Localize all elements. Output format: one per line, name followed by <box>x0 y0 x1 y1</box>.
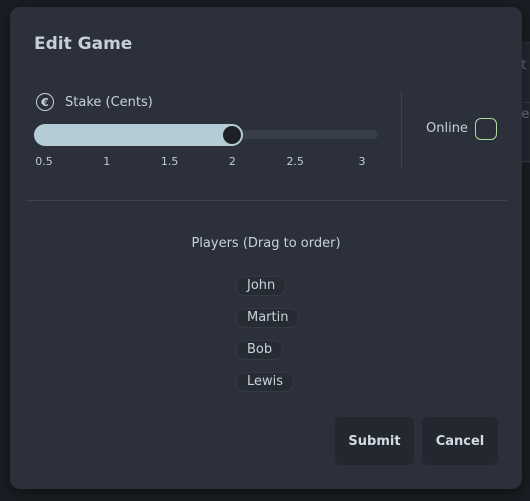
slider-thumb[interactable] <box>221 124 244 146</box>
stake-label: Stake (Cents) <box>65 94 153 110</box>
player-item[interactable]: Martin <box>236 308 300 328</box>
online-label: Online <box>426 121 468 136</box>
section-divider <box>26 200 507 201</box>
slider-tick-label: 3 <box>358 155 366 168</box>
dialog-title: Edit Game <box>34 34 133 54</box>
slider-tick-label: 1 <box>103 155 111 168</box>
slider-tick-label: 2.5 <box>286 155 304 168</box>
slider-tick-label: 0.5 <box>35 155 53 168</box>
vertical-divider <box>401 91 402 169</box>
cancel-button[interactable]: Cancel <box>422 417 498 465</box>
slider-tick-labels: 0.5 1 1.5 2 2.5 3 <box>34 155 378 169</box>
slider-fill <box>34 124 233 146</box>
player-item[interactable]: John <box>236 276 287 296</box>
euro-icon: € <box>36 93 54 111</box>
stake-slider[interactable] <box>34 123 380 147</box>
edit-game-dialog: Edit Game € Stake (Cents) 0.5 1 1.5 2 2.5 3 O… <box>10 7 522 489</box>
submit-button[interactable]: Submit <box>335 417 414 465</box>
player-item[interactable]: Lewis <box>236 372 295 392</box>
player-item[interactable]: Bob <box>236 340 284 360</box>
stake-header: € Stake (Cents) <box>36 93 153 111</box>
slider-tick-label: 2 <box>228 155 236 168</box>
online-checkbox[interactable] <box>475 118 497 140</box>
slider-tick-label: 1.5 <box>160 155 179 168</box>
players-title: Players (Drag to order) <box>191 236 341 251</box>
